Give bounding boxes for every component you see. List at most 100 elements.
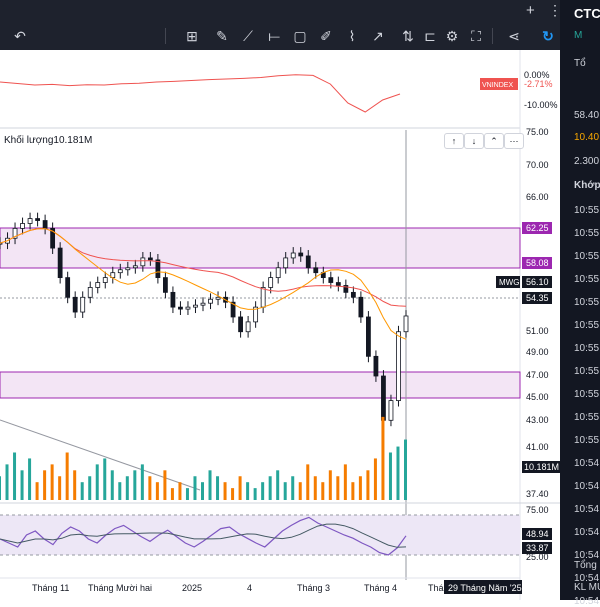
pencil-icon[interactable]: ✎ [212,22,232,50]
right-panel-line: Khớp [574,180,600,191]
volume-bar [110,470,114,500]
horizontal-line-icon[interactable]: ⟝ [264,22,284,50]
candle-body [170,291,176,308]
candle-body [42,220,48,229]
fib-icon[interactable]: ⊏ [420,22,440,50]
volume-bar [193,476,197,500]
volume-value: 10.181M [53,135,93,146]
refresh-icon[interactable]: ↻ [538,22,558,50]
right-panel-time: 10:54 [574,481,600,492]
price-badge-text: 54.35 [526,293,549,303]
candle-body [117,269,123,274]
time-label: Tháng Mười hai [88,583,152,593]
candle-body [140,257,146,267]
support-zone [0,371,521,399]
volume-bar [223,482,227,500]
candle-body [238,316,243,333]
resistance-zone [0,227,521,269]
drawing-toolbar: ↶ ⊞ ✎ ⟋ ⟝ ▢ ✐ ⌇ ↗ ⇅ ⊏ ⚙ ⛶ ⋖ ↻ [0,22,560,50]
time-label: 4 [247,583,252,593]
settings-icon[interactable]: ⚙ [442,22,462,50]
share-icon[interactable]: ⋖ [504,22,524,50]
right-panel-time: 10:55 [574,228,600,239]
volume-bar [35,482,39,500]
right-panel-time: 10:54 [574,504,600,515]
candle-body [366,316,371,357]
volume-bar [80,482,84,500]
candle-body [155,259,161,279]
right-panel-line: M [574,30,583,41]
volume-bar [208,470,212,500]
undo-icon[interactable]: ↶ [10,22,30,50]
time-label: Tháng 3 [297,583,330,593]
candle-body [35,218,40,221]
candle-body [147,257,153,261]
volume-bar [231,488,235,500]
candle-body [178,306,183,310]
symbol-tag-text: MWG [499,278,519,287]
volume-bar [65,452,69,500]
candle-body [102,277,108,283]
right-panel-time: 10:55 [574,366,600,377]
candle-body [305,255,311,269]
candle-body [373,355,379,377]
right-panel-line: 10.40 [574,132,600,143]
candle-body [260,287,266,308]
right-panel-line: KL MU [574,582,600,593]
volume-title: Khối lượng10.181M [4,135,92,146]
candle-body [290,252,296,259]
right-panel-time: 10:55 [574,205,600,216]
crosshair-icon[interactable]: ⊞ [182,22,202,50]
candle-body [328,277,334,283]
volume-bar [28,458,32,500]
volume-bar [125,476,129,500]
right-panel-time: 10:54 [574,527,600,538]
volume-bar [343,464,347,500]
candle-body [125,267,131,271]
volume-bar [261,482,265,500]
index-label: VNINDEX [482,82,513,89]
price-badge-text: 56.10 [526,277,549,287]
more-button[interactable]: ⋯ [504,133,524,149]
volume-bar [298,482,302,500]
volume-bar [381,416,385,500]
volume-bar [283,482,287,500]
candle-body [27,218,33,224]
volume-bar [43,470,47,500]
volume-bar [328,470,332,500]
right-panel-time: 10:54 [574,458,600,469]
brush-icon[interactable]: ✐ [316,22,336,50]
line-icon[interactable]: ⟋ [238,22,258,50]
candle-body [403,315,409,333]
volume-bar [20,470,24,500]
candle-body [65,277,71,298]
volume-bar [163,470,167,500]
move-up-button[interactable]: ↑ [444,133,464,149]
candle-body [20,223,25,229]
volume-bar [5,464,9,500]
candle-body [215,296,221,300]
fullscreen-icon[interactable]: ⛶ [466,22,486,50]
volume-bar [373,458,377,500]
right-panel-title: CTCI [574,6,600,21]
arrow-icon[interactable]: ↗ [368,22,388,50]
collapse-pane-button[interactable]: ⌃ [484,133,504,149]
time-label: 2025 [182,583,202,593]
volume-bar [351,482,355,500]
volume-bar [404,439,407,500]
move-down-button[interactable]: ↓ [464,133,484,149]
volume-bar [321,482,325,500]
volume-bar [103,458,107,500]
vertical-line-icon[interactable]: ⇅ [398,22,418,50]
cursor-time-label: 29 Tháng Năm '25 [448,583,522,593]
candle-body [72,296,78,313]
path-icon[interactable]: ⌇ [342,22,362,50]
rectangle-icon[interactable]: ▢ [290,22,310,50]
price-tick: 43.00 [526,415,549,425]
volume-bar [13,452,17,500]
time-label: Tháng 11 [32,583,69,593]
index-change: -2.71% [524,79,553,89]
right-panel-time: 10:54 [574,596,600,607]
add-tab-icon[interactable]: + [526,2,535,19]
right-panel-time: 10:55 [574,251,600,262]
